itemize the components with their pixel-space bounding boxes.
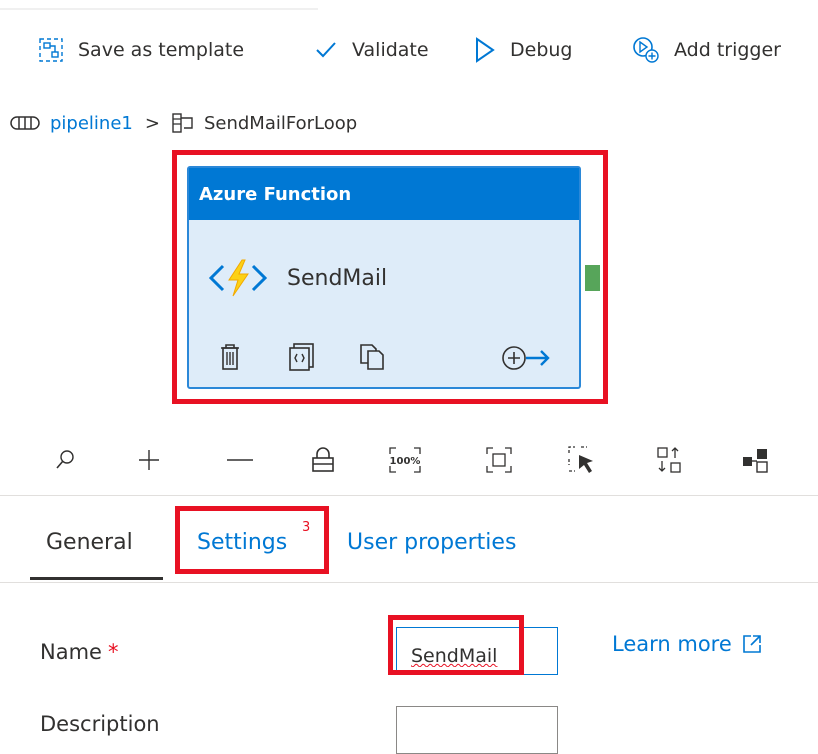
- add-trigger-button[interactable]: Add trigger: [632, 30, 781, 70]
- add-trigger-icon: [633, 37, 659, 63]
- lock-icon[interactable]: [311, 440, 335, 480]
- required-marker: *: [107, 640, 119, 664]
- zoom-in-icon[interactable]: [137, 440, 161, 480]
- description-field[interactable]: [396, 706, 558, 754]
- property-tabs: General Settings User properties: [0, 530, 818, 570]
- top-divider: [0, 8, 318, 10]
- play-icon: [476, 37, 495, 63]
- pipeline-toolbar: Save as template Validate Debug Add trig…: [0, 30, 818, 70]
- fit-to-screen-icon[interactable]: [485, 440, 513, 480]
- select-icon[interactable]: [567, 440, 597, 480]
- active-tab-indicator: [30, 577, 163, 580]
- name-label-text: Name: [40, 640, 102, 664]
- auto-align-icon[interactable]: [656, 440, 684, 480]
- description-label: Description: [40, 712, 160, 736]
- external-link-icon: [742, 635, 761, 653]
- learn-more-link[interactable]: Learn more: [612, 632, 762, 656]
- checkmark-icon: [316, 42, 336, 58]
- zoom-100-icon[interactable]: 100%: [388, 440, 422, 480]
- layout-icon[interactable]: [741, 440, 769, 480]
- save-as-template-label: Save as template: [78, 39, 245, 61]
- breadcrumb-current-activity: SendMailForLoop: [203, 112, 358, 134]
- zoom-out-icon[interactable]: [226, 440, 254, 480]
- validate-label: Validate: [352, 39, 429, 61]
- tab-general[interactable]: General: [46, 530, 133, 555]
- svg-text:100%: 100%: [390, 456, 421, 467]
- annotation-highlight-settings: [175, 506, 329, 574]
- tab-user-properties[interactable]: User properties: [347, 530, 516, 555]
- foreach-icon: [172, 113, 193, 133]
- annotation-highlight-card: [172, 150, 608, 404]
- template-icon: [39, 38, 63, 62]
- debug-button[interactable]: Debug: [474, 30, 572, 70]
- breadcrumb-pipeline-link[interactable]: pipeline1: [50, 113, 133, 134]
- annotation-highlight-name: [388, 615, 524, 675]
- add-trigger-label: Add trigger: [674, 39, 781, 61]
- tabs-border: [0, 582, 818, 583]
- breadcrumb: pipeline1 > SendMailForLoop: [10, 108, 357, 138]
- save-as-template-button[interactable]: Save as template: [38, 30, 244, 70]
- debug-label: Debug: [510, 39, 573, 61]
- pipeline-icon: [10, 116, 40, 130]
- validate-button[interactable]: Validate: [314, 30, 429, 70]
- canvas-toolbar: 100%: [0, 440, 818, 480]
- section-divider: [0, 495, 818, 496]
- search-icon[interactable]: [55, 440, 75, 480]
- breadcrumb-separator: >: [144, 112, 160, 134]
- learn-more-label: Learn more: [612, 632, 732, 656]
- name-label: Name *: [40, 640, 118, 664]
